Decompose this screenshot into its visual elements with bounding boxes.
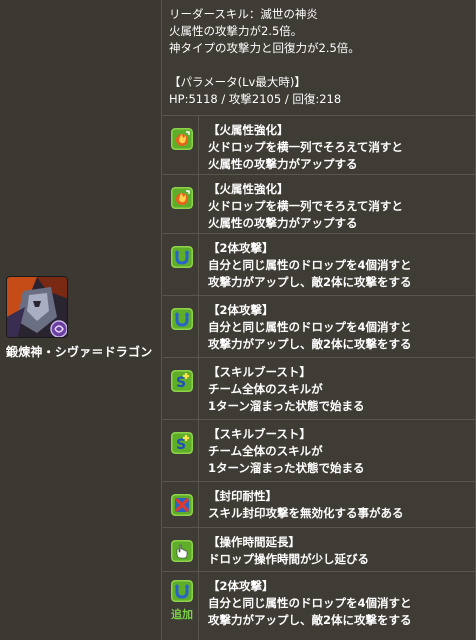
awakening-text: 【2体攻撃】自分と同じ属性のドロップを4個消すと 攻撃力がアップし、敵2体に攻撃を… [199, 234, 476, 291]
awakening-icon-cell [163, 116, 199, 174]
awakening-description: 攻撃力がアップし、敵2体に攻撃をする [208, 337, 412, 351]
svg-text:S: S [176, 437, 186, 453]
monster-column: 鍛煉神・シヴァ＝ドラゴン [0, 0, 162, 640]
awakening-icon-cell [163, 528, 199, 571]
details-column: リーダースキル：滅世の神炎 火属性の攻撃力が2.5倍。 神タイプの攻撃力と回復力… [163, 0, 476, 640]
leader-skill-block: リーダースキル：滅世の神炎 火属性の攻撃力が2.5倍。 神タイプの攻撃力と回復力… [169, 6, 469, 108]
leader-skill-name: リーダースキル：滅世の神炎 [169, 7, 318, 21]
awakening-description: 1ターン溜まった状態で始まる [208, 461, 365, 475]
awakening-icon-cell [163, 482, 199, 527]
awakening-description: 火ドロップを横一列でそろえて消すと [208, 199, 403, 213]
awakening-description: スキル封印攻撃を無効化する事がある [208, 506, 404, 520]
awakening-description: チーム全体のスキルが [208, 382, 323, 396]
awakening-text: 【2体攻撃】自分と同じ属性のドロップを4個消すと 攻撃力がアップし、敵2体に攻撃を… [199, 572, 476, 629]
awakening-title: 【スキルブースト】 [208, 365, 311, 379]
parameter-values: HP:5118 / 攻撃2105 / 回復:218 [169, 92, 342, 106]
two-way-attack-icon[interactable] [171, 580, 193, 602]
awakening-description: ドロップ操作時間が少し延びる [208, 552, 369, 566]
awakening-row: 追加 【2体攻撃】 自分と同じ属性のドロップを4個消すと 攻撃力がアップし、敵2体に攻… [163, 571, 476, 640]
awakening-icon-cell: S [163, 420, 199, 481]
awakening-text: 【操作時間延長】ドロップ操作時間が少し延びる [199, 528, 476, 568]
awakening-description: 1ターン溜まった状態で始まる [208, 399, 365, 413]
awakening-title: 【火属性強化】 [208, 182, 289, 196]
awakening-text: 【火属性強化】火ドロップを横一列でそろえて消すと 火属性の攻撃力がアップする [199, 116, 476, 173]
awakening-description: 攻撃力がアップし、敵2体に攻撃をする [208, 613, 412, 627]
awakening-icon-cell: S [163, 358, 199, 419]
awakening-title: 【スキルブースト】 [208, 427, 311, 441]
awakening-description: 火属性の攻撃力がアップする [208, 157, 358, 171]
monster-name[interactable]: 鍛煉神・シヴァ＝ドラゴン [6, 343, 158, 360]
awakening-text: 【2体攻撃】自分と同じ属性のドロップを4個消すと 攻撃力がアップし、敵2体に攻撃を… [199, 296, 476, 353]
awakening-title: 【封印耐性】 [208, 489, 277, 503]
awakening-icon-cell [163, 234, 199, 295]
awakening-row: 【火属性強化】火ドロップを横一列でそろえて消すと 火属性の攻撃力がアップする [163, 115, 476, 174]
awakening-row: 【2体攻撃】自分と同じ属性のドロップを4個消すと 攻撃力がアップし、敵2体に攻撃を… [163, 295, 476, 357]
awakening-title: 【火属性強化】 [208, 123, 289, 137]
awakening-icon-cell [163, 296, 199, 357]
awakening-row: S 【スキルブースト】 チーム全体のスキルが 1ターン溜まった状態で始まる [163, 419, 476, 481]
fire-enhance-icon[interactable] [171, 128, 193, 150]
awakening-row: 【封印耐性】スキル封印攻撃を無効化する事がある [163, 481, 476, 527]
awakening-skill-panel: 鍛煉神・シヴァ＝ドラゴン リーダースキル：滅世の神炎 火属性の攻撃力が2.5倍。… [0, 0, 476, 640]
awakening-description: 自分と同じ属性のドロップを4個消すと [208, 596, 412, 610]
awakening-text: 【封印耐性】スキル封印攻撃を無効化する事がある [199, 482, 476, 522]
awakening-title: 【2体攻撃】 [208, 241, 274, 255]
two-way-attack-icon[interactable] [171, 308, 193, 330]
awakening-description: 火ドロップを横一列でそろえて消すと [208, 140, 403, 154]
awakening-description: 自分と同じ属性のドロップを4個消すと [208, 258, 412, 272]
awakening-title: 【2体攻撃】 [208, 579, 274, 593]
awakening-icon-cell [163, 175, 199, 233]
parameter-heading: 【パラメータ(Lv最大時)】 [169, 75, 306, 89]
fire-enhance-icon[interactable] [171, 187, 193, 209]
monster-cell[interactable]: 鍛煉神・シヴァ＝ドラゴン [6, 276, 158, 360]
skill-boost-icon[interactable]: S [171, 432, 193, 454]
two-way-attack-icon[interactable] [171, 246, 193, 268]
skill-boost-icon[interactable]: S [171, 370, 193, 392]
awakening-title: 【操作時間延長】 [208, 535, 300, 549]
awakening-description: チーム全体のスキルが [208, 444, 323, 458]
awakening-text: 【スキルブースト】 チーム全体のスキルが 1ターン溜まった状態で始まる [199, 420, 476, 477]
leader-skill-effect-2: 神タイプの攻撃力と回復力が2.5倍。 [169, 41, 360, 55]
awakening-row: 【操作時間延長】ドロップ操作時間が少し延びる [163, 527, 476, 571]
leader-skill-effect-1: 火属性の攻撃力が2.5倍。 [169, 24, 303, 38]
monster-portrait-art [7, 277, 67, 337]
monster-portrait[interactable] [6, 276, 68, 338]
awakening-text: 【火属性強化】火ドロップを横一列でそろえて消すと 火属性の攻撃力がアップする [199, 175, 476, 232]
svg-text:S: S [176, 375, 186, 391]
seal-resist-icon[interactable] [171, 494, 193, 516]
awakening-row: 【2体攻撃】自分と同じ属性のドロップを4個消すと 攻撃力がアップし、敵2体に攻撃を… [163, 233, 476, 295]
awakening-title: 【2体攻撃】 [208, 303, 274, 317]
leader-spacer [169, 57, 469, 74]
added-label: 追加 [171, 608, 193, 621]
awakening-description: 攻撃力がアップし、敵2体に攻撃をする [208, 275, 412, 289]
awakening-row: S 【スキルブースト】 チーム全体のスキルが 1ターン溜まった状態で始まる [163, 357, 476, 419]
awakening-description: 火属性の攻撃力がアップする [208, 216, 358, 230]
awakening-icon-cell: 追加 [163, 572, 199, 640]
awakening-row: 【火属性強化】火ドロップを横一列でそろえて消すと 火属性の攻撃力がアップする [163, 174, 476, 233]
awakening-description: 自分と同じ属性のドロップを4個消すと [208, 320, 412, 334]
awakening-list: 【火属性強化】 火ドロップを横一列でそろえて消すと 火属性の攻撃力がアップする 【火… [163, 115, 476, 640]
time-extend-icon[interactable] [171, 540, 193, 562]
awakening-text: 【スキルブースト】 チーム全体のスキルが 1ターン溜まった状態で始まる [199, 358, 476, 415]
